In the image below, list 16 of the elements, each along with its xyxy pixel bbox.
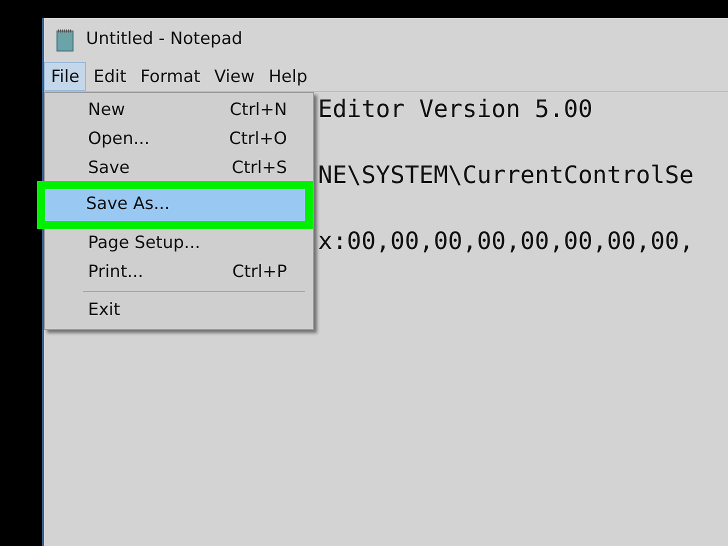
menu-item[interactable]: Format	[133, 62, 208, 91]
text-line: Editor Version 5.00	[318, 94, 593, 124]
text-line: x:00,00,00,00,00,00,00,00,	[318, 226, 694, 256]
menu-entry[interactable]: Save As...	[45, 189, 305, 221]
menu-item[interactable]: File	[44, 62, 86, 91]
menu-entry[interactable]: New Ctrl+N	[45, 96, 313, 125]
menu-entry[interactable]: Page Setup...	[45, 229, 313, 258]
menu-item[interactable]: Edit	[86, 62, 134, 91]
menu-entry[interactable]: Exit	[45, 296, 313, 325]
text-line: NE\SYSTEM\CurrentControlSe	[318, 160, 694, 190]
menu-entry[interactable]: Print... Ctrl+P	[45, 258, 313, 287]
menu-entry[interactable]: Save Ctrl+S	[45, 154, 313, 183]
menu-entry[interactable]: Open... Ctrl+O	[45, 125, 313, 154]
menu-item[interactable]: View	[207, 62, 262, 91]
window-title: Untitled - Notepad	[86, 28, 242, 52]
menu-item[interactable]: Help	[262, 62, 314, 91]
